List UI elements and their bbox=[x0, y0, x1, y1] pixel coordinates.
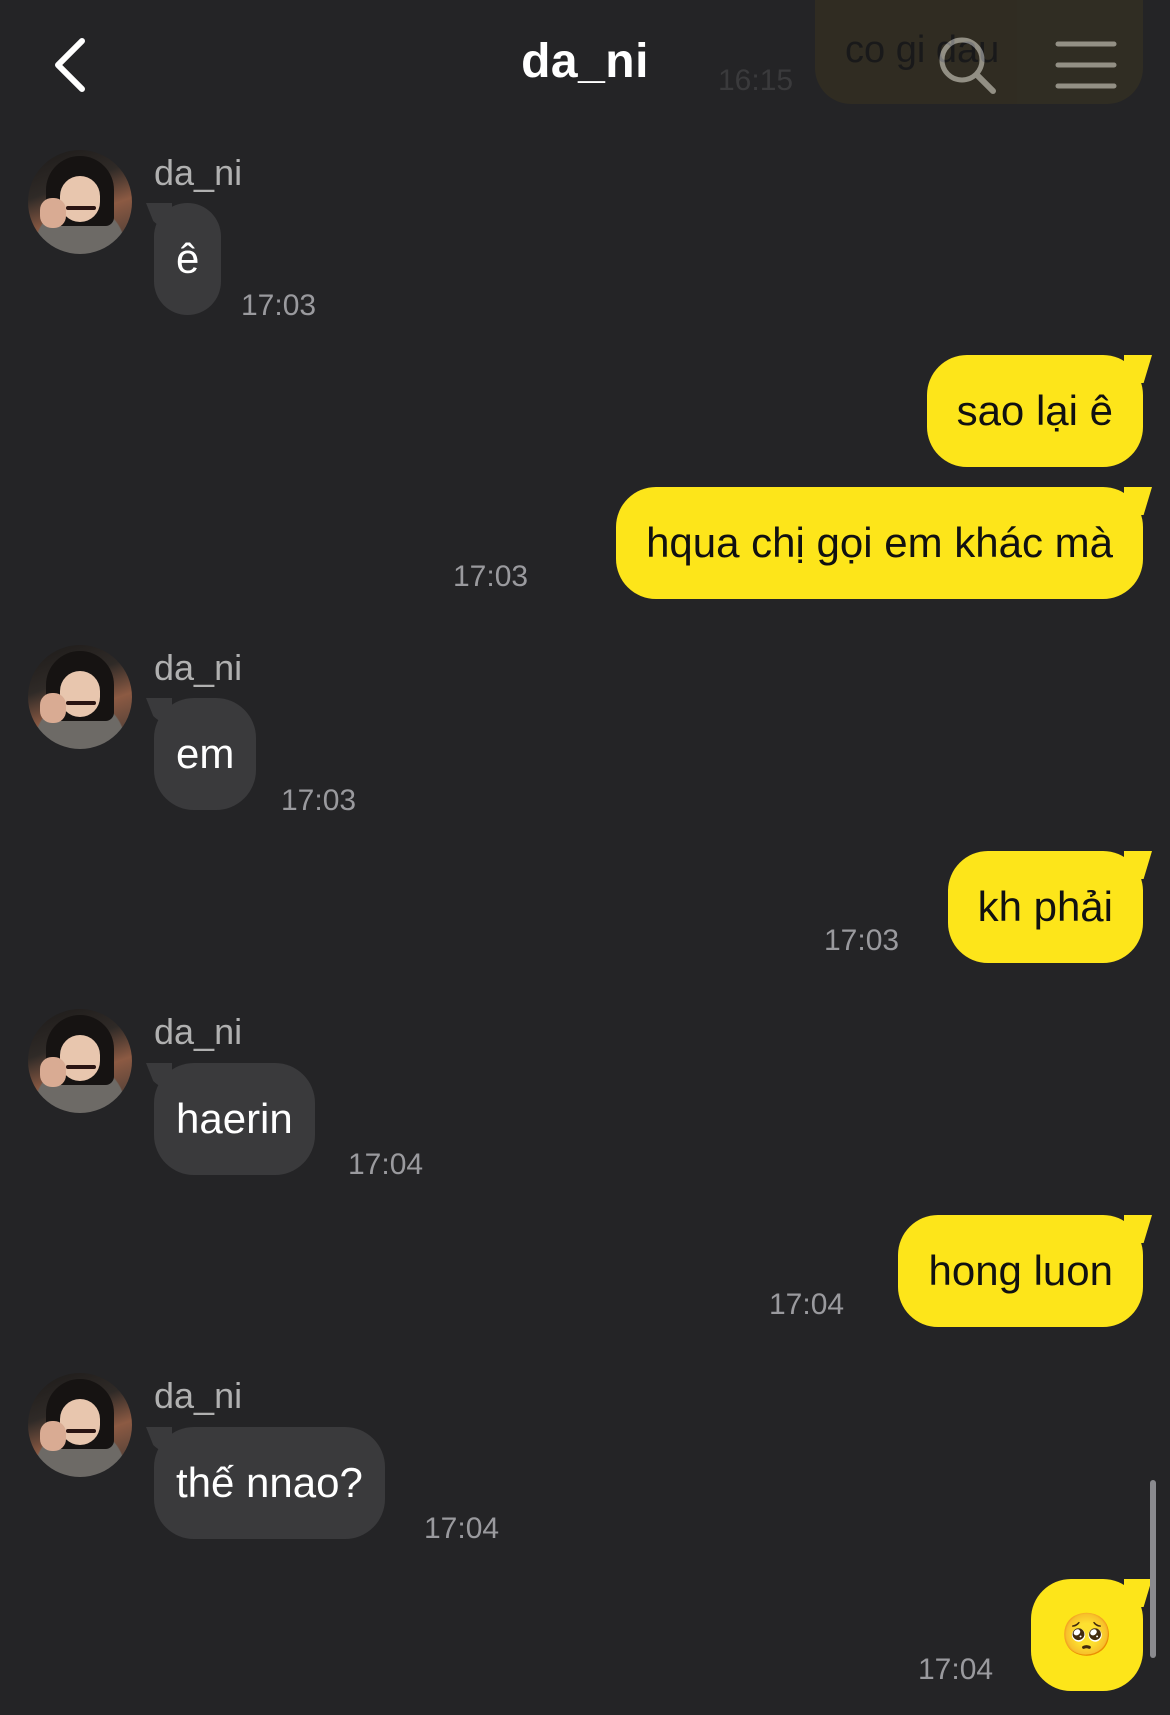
message-time: 17:04 bbox=[348, 1148, 424, 1181]
avatar[interactable] bbox=[28, 1373, 132, 1477]
sender-name: da_ni bbox=[154, 1375, 243, 1416]
message-time: 17:03 bbox=[453, 560, 529, 593]
message-bubble-outgoing[interactable]: sao lại ê bbox=[926, 355, 1143, 467]
message-bubble-incoming[interactable]: haerin bbox=[154, 1063, 315, 1175]
message-time: 17:03 bbox=[241, 289, 317, 322]
scrollbar[interactable] bbox=[1150, 1480, 1156, 1658]
message-time: 17:03 bbox=[824, 924, 900, 957]
message-time: 17:04 bbox=[769, 1288, 845, 1321]
avatar[interactable] bbox=[28, 1009, 132, 1113]
previous-message-time: 16:15 bbox=[718, 64, 794, 97]
previous-message-peek: co gi dau bbox=[815, 0, 1143, 104]
message-time: 17:04 bbox=[918, 1653, 994, 1686]
message-bubble-incoming[interactable]: em bbox=[154, 698, 257, 810]
pleading-face-emoji: 🥺 bbox=[1060, 1611, 1113, 1658]
avatar[interactable] bbox=[28, 645, 132, 749]
sender-name: da_ni bbox=[154, 152, 243, 193]
message-list[interactable]: da_ni ê 17:03 sao lại ê hqua chị gọi em … bbox=[0, 0, 1170, 1715]
avatar[interactable] bbox=[28, 150, 132, 254]
message-bubble-outgoing[interactable]: hong luon bbox=[898, 1215, 1143, 1327]
message-bubble-incoming[interactable]: thế nnao? bbox=[154, 1427, 385, 1539]
sender-name: da_ni bbox=[154, 1011, 243, 1052]
message-time: 17:03 bbox=[281, 784, 357, 817]
message-bubble-outgoing[interactable]: kh phải bbox=[947, 851, 1143, 963]
message-bubble-outgoing[interactable]: 🥺 bbox=[1030, 1579, 1143, 1691]
chat-header: da_ni co gi dau 16:15 bbox=[0, 0, 1170, 130]
sender-name: da_ni bbox=[154, 647, 243, 688]
message-bubble-outgoing[interactable]: hqua chị gọi em khác mà bbox=[616, 487, 1143, 599]
message-time: 17:04 bbox=[424, 1512, 500, 1545]
message-bubble-incoming[interactable]: ê bbox=[154, 203, 222, 315]
